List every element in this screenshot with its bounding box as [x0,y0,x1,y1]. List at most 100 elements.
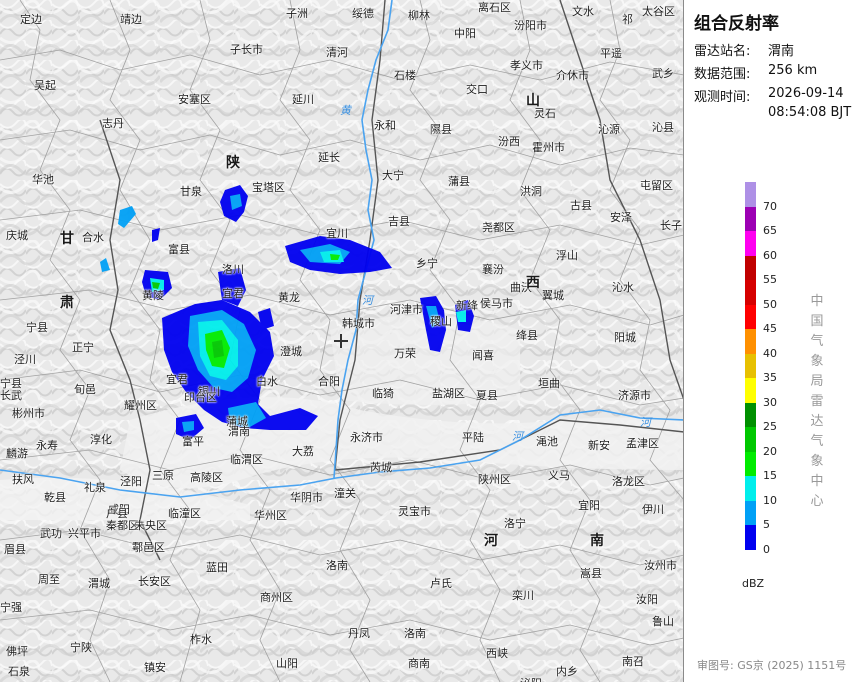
place-label: 高陵区 [190,471,223,484]
place-label: 长子 [660,219,682,232]
place-label: 乡宁 [416,257,438,270]
legend-label: 10 [763,493,777,507]
place-label: 陕州区 [478,473,511,486]
place-label: 介休市 [556,69,589,82]
legend-swatch [745,525,756,550]
place-label: 交口 [466,83,488,96]
place-label: 平陆 [462,431,484,444]
place-label: 清河 [326,46,348,59]
product-title: 组合反射率 [694,14,779,34]
place-label: 孟津区 [626,437,659,450]
legend-swatch [745,378,756,403]
place-label: 灵宝市 [398,505,431,518]
place-label: 万荣 [394,347,416,360]
place-label: 吴起 [34,79,56,92]
place-label: 未央区 [134,519,167,532]
place-label: 宝塔区 [252,181,285,194]
place-label: 临猗 [372,387,394,400]
place-label: 庆城 [6,229,28,242]
place-label: 霍州市 [532,141,565,154]
place-label: 垣曲 [538,377,560,390]
legend-label: 45 [763,322,777,335]
place-label: 芮城 [370,461,392,474]
place-label: 白水 [256,375,278,388]
place-label: 卢氏 [430,577,452,590]
time-row-2: x 08:54:08 BJT [694,105,851,120]
place-label: 长武 [0,389,22,402]
place-label: 富县 [168,243,190,256]
place-label: 河津市 [390,303,423,316]
place-label: 石泉 [8,665,30,678]
info-panel: 组合反射率 雷达站名: 渭南 数据范围: 256 km 观测时间: 2026-0… [685,0,860,682]
time-row: 观测时间: 2026-09-14 [694,86,844,105]
map-approval-number: 审图号: GS京 (2025) 1151号 [697,659,847,672]
legend-label: 35 [763,371,777,384]
place-label: 太谷区 [642,5,675,18]
legend-swatch [745,182,756,207]
place-label: 沁源 [598,123,620,136]
place-label: 佛坪 [6,645,28,658]
place-label: 中阳 [454,27,476,40]
station-value: 渭南 [768,44,795,59]
legend-label: 30 [763,395,777,409]
place-label: 潼关 [334,487,356,500]
place-label: 韩城市 [342,317,375,330]
place-label: 祁 [622,13,633,26]
place-label: 子长市 [230,43,263,56]
river-label: 黄 [340,104,351,117]
place-label: 华州区 [254,509,287,522]
place-label: 印台区 [184,391,217,404]
place-label: 蒲县 [448,175,470,188]
legend-label: 25 [763,420,777,433]
place-label: 泌阳 [520,678,542,682]
range-row: 数据范围: 256 km [694,63,817,82]
place-label: 绛县 [516,329,538,342]
place-label: 阳城 [614,331,636,344]
place-label: 户县 [106,507,128,520]
place-label: 宁县 [0,377,22,390]
place-label: 伊川 [642,503,664,516]
legend-swatch [745,451,756,476]
legend-label: 0 [763,542,770,556]
place-label: 泾川 [14,353,36,366]
province-label: 南 [590,533,604,549]
place-label: 澄城 [280,345,302,358]
place-label: 汾西 [498,135,520,148]
place-label: 临渭区 [230,453,263,466]
place-label: 绥德 [352,7,374,20]
radar-map[interactable]: 定边 靖边 子洲 绥德 柳林 离石区 汾阳市 文水 祁 太谷区 子长市 清河 中… [0,0,684,682]
place-label: 永和 [374,119,396,132]
legend-label: 20 [763,444,777,458]
province-label: 山 [526,93,540,109]
place-label: 耀州区 [124,399,157,412]
place-label: 柞水 [190,633,212,646]
place-label: 屯留区 [640,179,673,192]
legend-swatch [745,476,756,501]
legend-swatch [745,206,756,231]
place-label: 甘泉 [180,185,202,198]
place-label: 栾川 [512,589,534,602]
place-label: 蓝田 [206,561,228,574]
place-label: 乾县 [44,491,66,504]
range-value: 256 km [768,63,818,78]
place-label: 闻喜 [472,349,494,362]
place-label: 沁县 [652,121,674,134]
place-label: 渑池 [536,435,558,448]
place-label: 内乡 [556,665,578,678]
place-label: 黄陵 [142,289,164,302]
place-label: 文水 [572,5,594,18]
place-label: 延长 [318,151,340,164]
place-label: 济源市 [618,389,651,402]
place-label: 武乡 [652,67,674,80]
place-label: 宁强 [0,601,22,614]
station-label: 雷达站名: [694,44,751,59]
legend-label: 15 [763,469,777,482]
province-label: 西 [526,275,540,291]
province-label: 肃 [60,295,74,311]
place-label: 渭南 [228,425,250,438]
legend-swatch [745,402,756,427]
place-label: 宜川 [326,227,348,240]
legend-swatch [745,304,756,329]
legend-swatch [745,427,756,452]
place-label: 合阳 [318,375,340,388]
